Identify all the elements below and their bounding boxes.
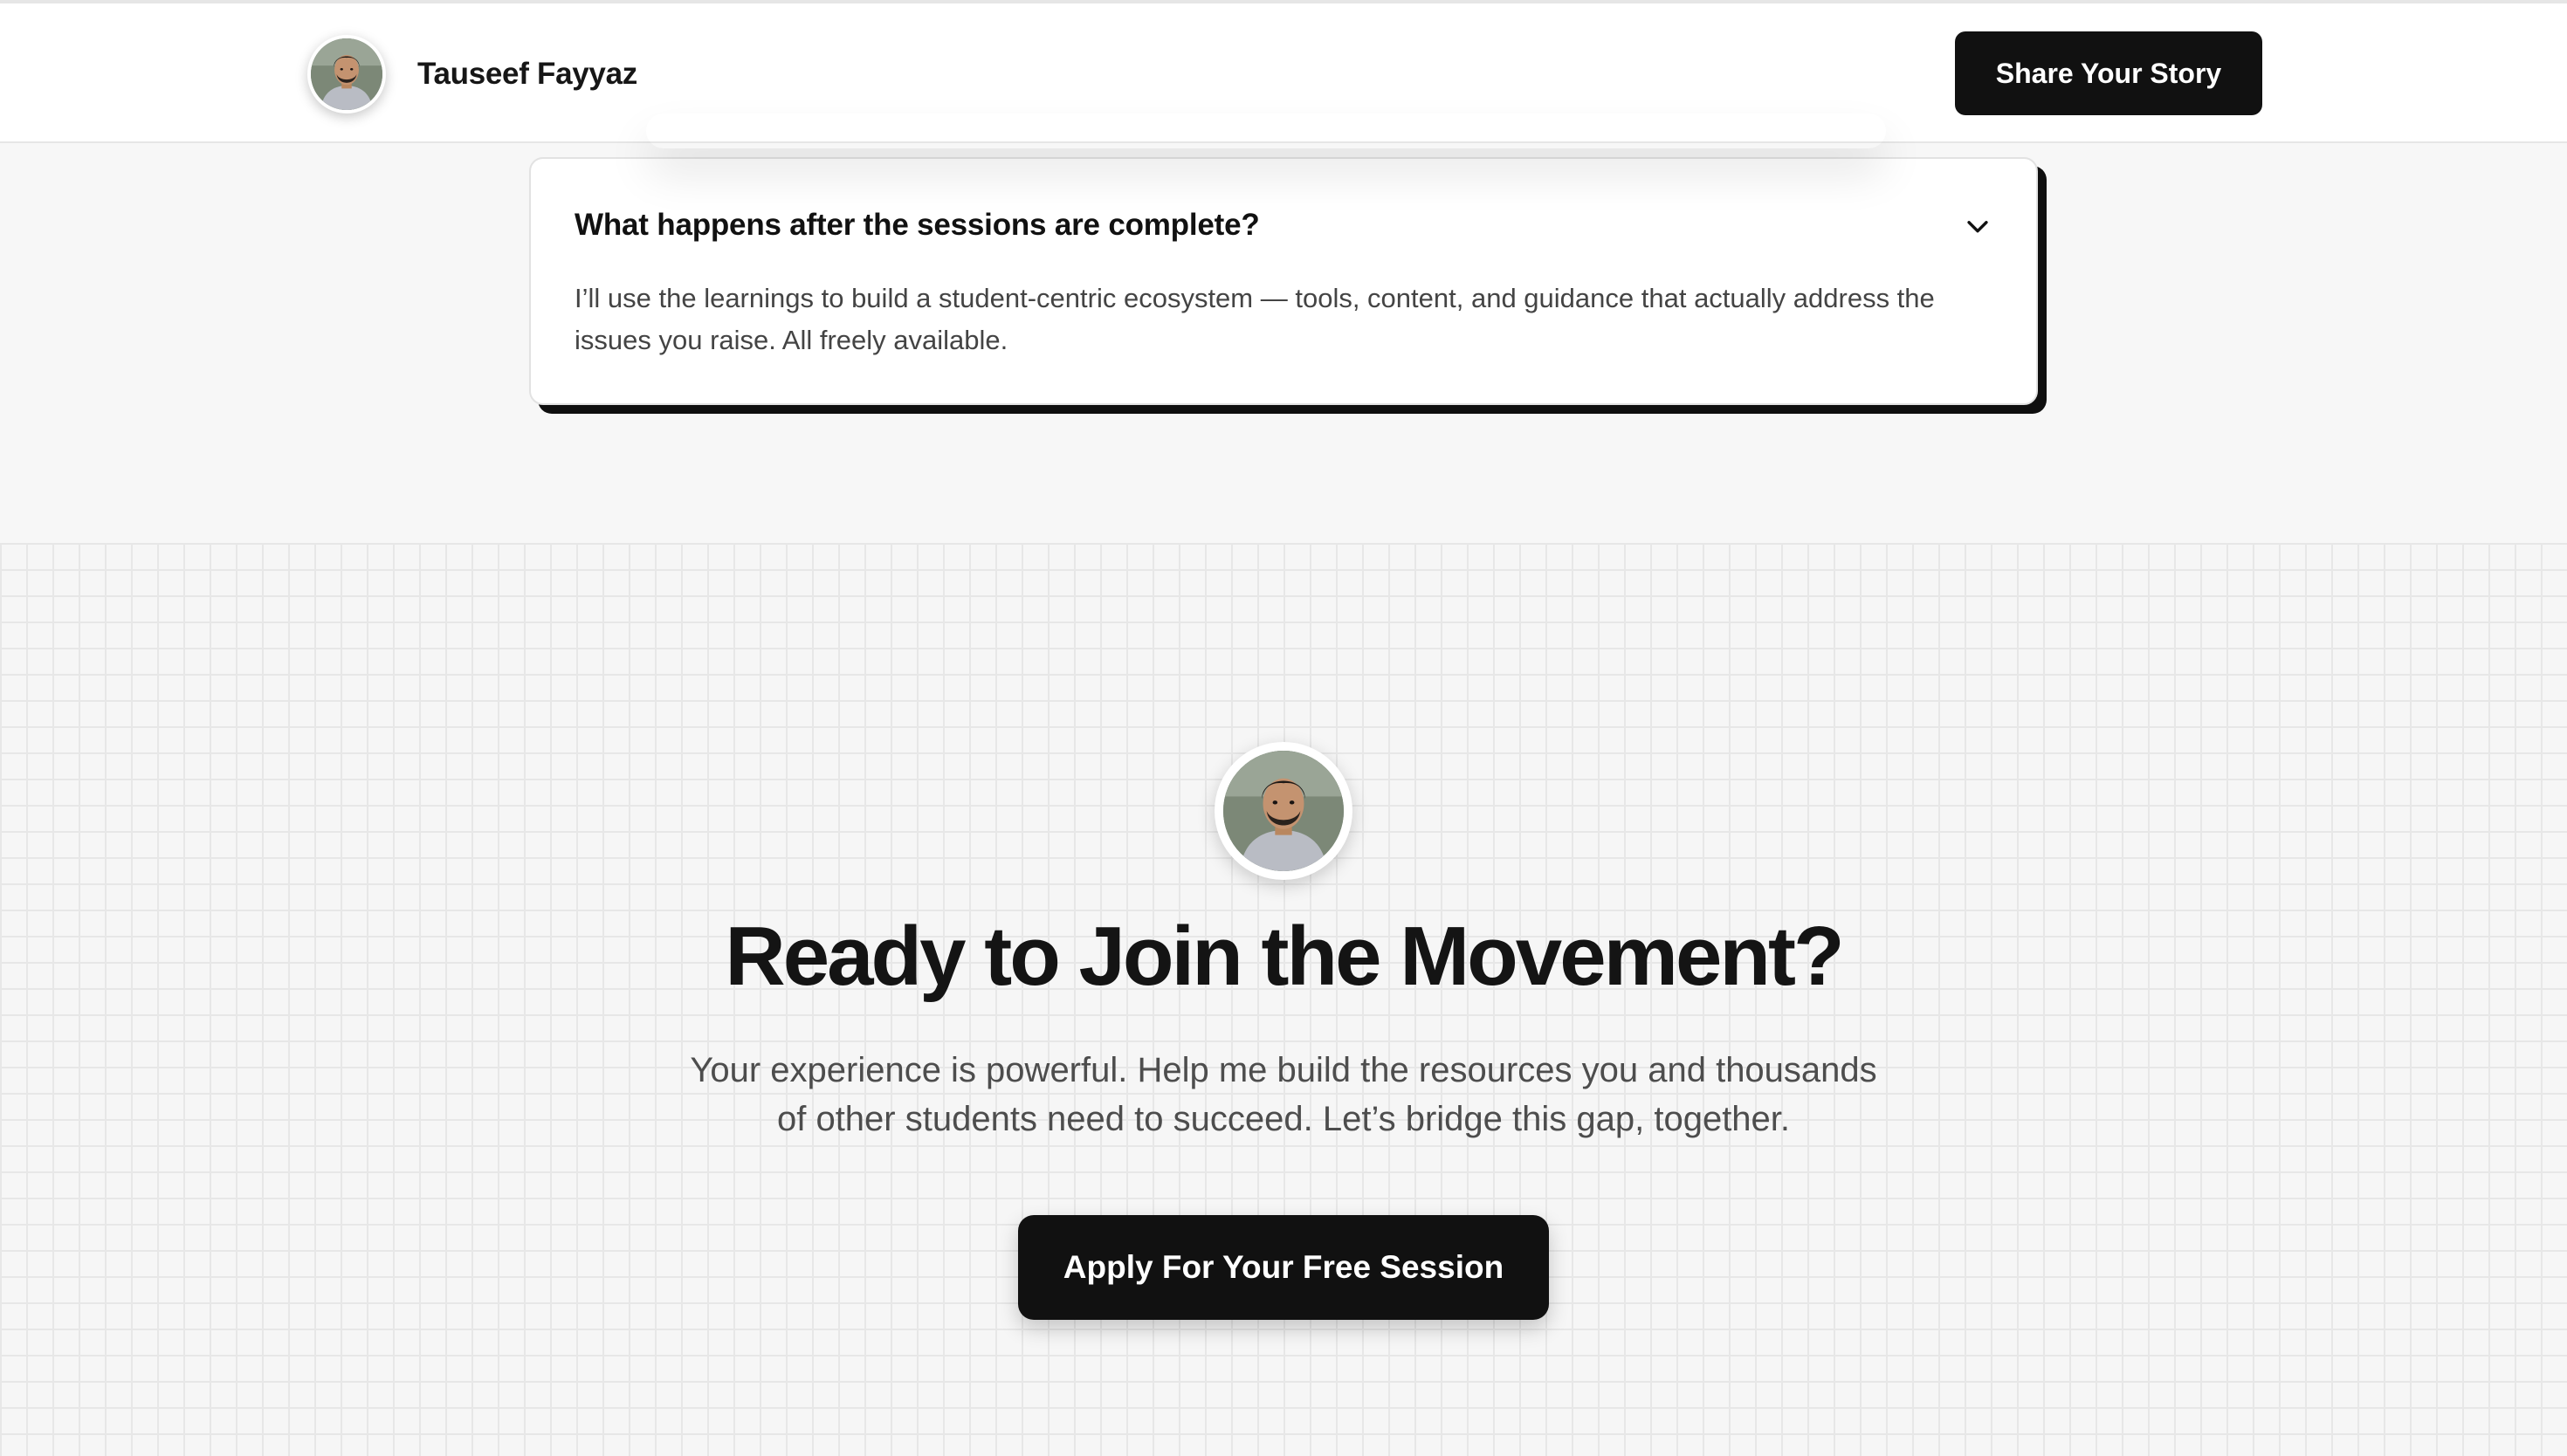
cta-description: Your experience is powerful. Help me bui… (690, 1051, 1877, 1138)
share-your-story-button[interactable]: Share Your Story (1955, 31, 2262, 115)
cta-section: Ready to Join the Movement? Your experie… (0, 543, 2567, 1456)
site-header: Tauseef Fayyaz Share Your Story (0, 0, 2567, 143)
apply-free-session-button[interactable]: Apply For Your Free Session (1018, 1215, 1549, 1320)
cta-title: Ready to Join the Movement? (725, 910, 1844, 1003)
faq-answer: I’ll use the learnings to build a studen… (575, 283, 1935, 355)
faq-question[interactable]: What happens after the sessions are comp… (575, 208, 1260, 243)
chevron-down-icon[interactable] (1958, 206, 1998, 246)
faq-item: What happens after the sessions are comp… (529, 157, 2038, 405)
person-portrait-icon (1215, 742, 1352, 880)
person-portrait-icon (307, 35, 386, 113)
brand-name: Tauseef Fayyaz (417, 57, 637, 91)
header-shadow (646, 113, 1886, 148)
brand[interactable]: Tauseef Fayyaz (307, 35, 637, 113)
